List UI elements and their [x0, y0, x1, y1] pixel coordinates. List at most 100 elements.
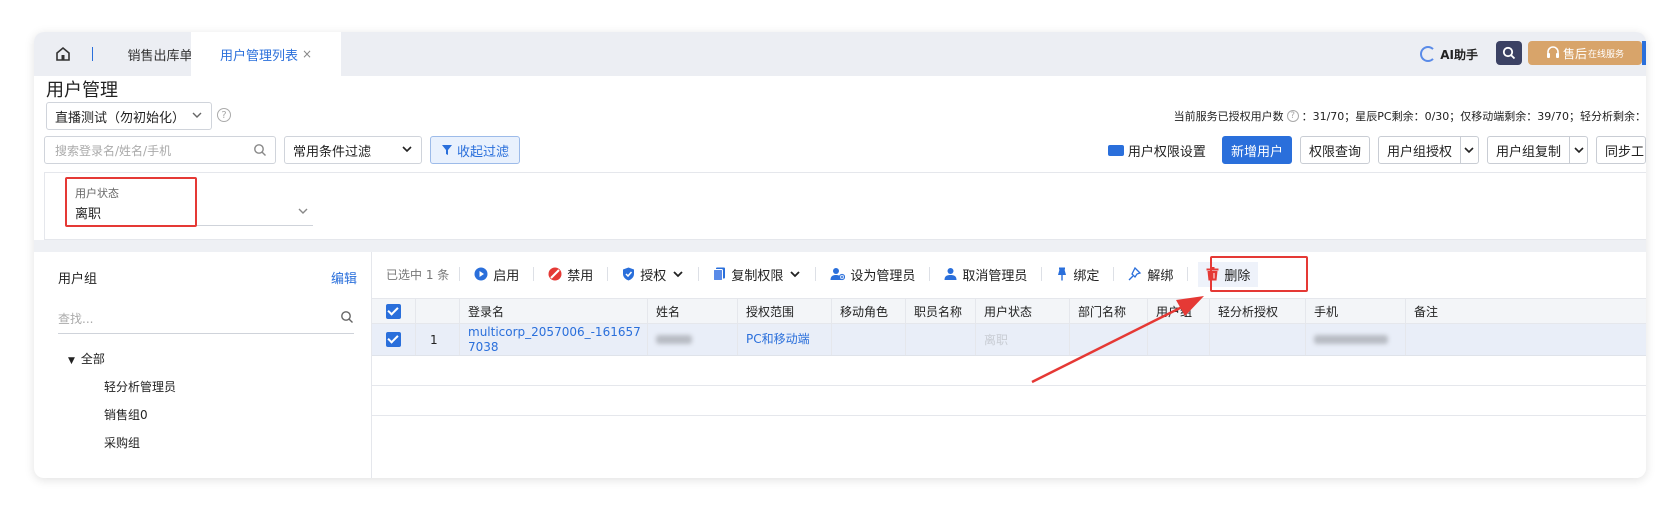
row-scope: PC和移动端 [738, 324, 832, 355]
column-header-scope[interactable]: 授权范围 [738, 299, 832, 323]
column-header-notes[interactable]: 备注 [1406, 299, 1646, 323]
tab-label: 销售出库单 [127, 48, 193, 64]
set-admin-button[interactable]: 设为管理员 [830, 265, 915, 284]
cut-off-button[interactable] [1642, 41, 1646, 65]
redacted-name [656, 335, 692, 344]
chevron-down-icon [673, 271, 683, 278]
service-label: 售后 [1562, 46, 1587, 61]
section-divider [34, 240, 1646, 252]
search-icon[interactable] [253, 143, 267, 157]
quota-prefix: 当前服务已授权用户数 [1173, 110, 1284, 123]
global-search-button[interactable] [1496, 41, 1522, 65]
condition-filter-select[interactable]: 常用条件过滤 [284, 136, 422, 164]
row-user-status: 离职 [976, 324, 1070, 355]
row-login[interactable]: multicorp_2057006_-1616577038 [460, 324, 648, 355]
copy-permission-button[interactable]: 复制权限 [713, 265, 801, 284]
column-header-phone[interactable]: 手机 [1306, 299, 1406, 323]
org-select-value: 直播测试（勿初始化） [55, 110, 186, 126]
row-staff-name [906, 324, 976, 355]
column-header-staff-name[interactable]: 职员名称 [906, 299, 976, 323]
sync-button[interactable]: 同步工 [1596, 136, 1646, 164]
column-header-user-group[interactable]: 用户组 [1148, 299, 1210, 323]
copy-icon [713, 267, 726, 281]
row-department [1070, 324, 1148, 355]
group-search-input[interactable]: 查找... [58, 310, 354, 334]
chevron-down-icon[interactable] [297, 205, 309, 217]
disable-button[interactable]: 禁用 [548, 265, 593, 284]
ai-icon [1420, 46, 1437, 62]
edit-group-link[interactable]: 编辑 [331, 268, 357, 287]
close-icon[interactable]: × [302, 47, 312, 61]
column-header-user-status[interactable]: 用户状态 [976, 299, 1070, 323]
tab-label: 用户管理列表 [219, 48, 298, 64]
table-row[interactable]: 1 multicorp_2057006_-1616577038 PC和移动端 离… [372, 324, 1646, 356]
chevron-down-icon [402, 146, 412, 153]
pin-icon [1056, 267, 1068, 281]
help-icon[interactable]: ? [1286, 110, 1299, 122]
shield-icon [622, 267, 635, 281]
row-checkbox[interactable] [372, 324, 416, 355]
caret-down-icon[interactable]: ▼ [68, 356, 75, 366]
selected-count: 已选中 1 条 [386, 267, 450, 282]
service-sublabel: 在线服务 [1588, 49, 1625, 60]
tree-node[interactable]: 销售组0 [104, 406, 148, 423]
permission-query-button[interactable]: 权限查询 [1299, 136, 1370, 164]
group-copy-button[interactable]: 用户组复制 [1486, 136, 1588, 164]
disable-label: 禁用 [567, 268, 594, 284]
ai-assistant-button[interactable]: AI助手 [1420, 32, 1478, 76]
unbind-button[interactable]: 解绑 [1128, 265, 1173, 284]
chevron-down-icon [790, 271, 800, 278]
batch-action-bar: 已选中 1 条 启用 禁用 授权 复制权限 设为管理员 取消管理员 绑定 解绑 … [372, 252, 1646, 296]
add-user-button[interactable]: 新增用户 [1221, 136, 1292, 164]
tree-node[interactable]: 采购组 [104, 434, 140, 451]
tree-node-all[interactable]: ▼ 全部 [68, 350, 105, 367]
tree-node-label: 全部 [80, 352, 105, 366]
column-header-mobile-role[interactable]: 移动角色 [832, 299, 906, 323]
copy-permission-label: 复制权限 [731, 268, 784, 284]
column-header-login[interactable]: 登录名 [460, 299, 648, 323]
login-link[interactable]: multicorp_2057006_-1616577038 [468, 325, 647, 355]
search-icon[interactable] [340, 310, 354, 324]
help-icon[interactable]: ? [217, 108, 231, 122]
column-header-analysis-auth[interactable]: 轻分析授权 [1210, 299, 1306, 323]
scope-link[interactable]: PC和移动端 [746, 332, 810, 347]
collapse-filter-button[interactable]: 收起过滤 [430, 136, 520, 164]
permission-settings-label: 用户权限设置 [1127, 144, 1206, 160]
checkbox-checked-icon [386, 332, 401, 347]
divider [607, 267, 609, 281]
group-authorize-button[interactable]: 用户组授权 [1377, 136, 1479, 164]
tab-user-management-list[interactable]: 用户管理列表 × [191, 32, 341, 76]
user-icon [944, 267, 957, 281]
checkbox-checked-icon [386, 303, 401, 319]
bind-button[interactable]: 绑定 [1056, 265, 1099, 284]
enable-button[interactable]: 启用 [474, 265, 519, 284]
redacted-phone [1314, 335, 1388, 344]
quota-values: ：31/70；星辰PC剩余：0/30；仅移动端剩余：39/70；轻分析剩余： [1301, 110, 1646, 123]
cancel-admin-button[interactable]: 取消管理员 [944, 265, 1027, 284]
column-header-department[interactable]: 部门名称 [1070, 299, 1148, 323]
home-tab[interactable] [34, 32, 92, 76]
group-copy-label: 用户组复制 [1495, 144, 1561, 160]
tree-node[interactable]: 轻分析管理员 [104, 378, 176, 395]
ban-icon [548, 267, 562, 281]
table-row-empty [372, 356, 1646, 386]
cancel-admin-label: 取消管理员 [962, 268, 1028, 284]
main-toolbar: 用户权限设置 新增用户 权限查询 用户组授权 用户组复制 同步工 [1107, 136, 1646, 164]
user-search-input[interactable]: 搜索登录名/姓名/手机 [44, 136, 276, 164]
bind-label: 绑定 [1073, 268, 1100, 284]
authorize-button[interactable]: 授权 [622, 265, 684, 284]
group-search-placeholder: 查找... [58, 312, 94, 326]
after-sales-service-button[interactable]: 售后 在线服务 [1528, 41, 1642, 65]
user-permission-settings-link[interactable]: 用户权限设置 [1107, 141, 1206, 160]
divider [459, 267, 461, 281]
column-header-index [416, 299, 460, 323]
org-select[interactable]: 直播测试（勿初始化） [46, 102, 212, 130]
divider [533, 267, 535, 281]
select-all-checkbox[interactable] [372, 299, 416, 323]
divider [815, 267, 817, 281]
divider [1187, 267, 1189, 281]
chevron-down-icon[interactable] [1569, 137, 1587, 163]
chevron-down-icon[interactable] [1459, 137, 1478, 163]
unpin-icon [1128, 267, 1142, 281]
column-header-name[interactable]: 姓名 [648, 299, 738, 323]
